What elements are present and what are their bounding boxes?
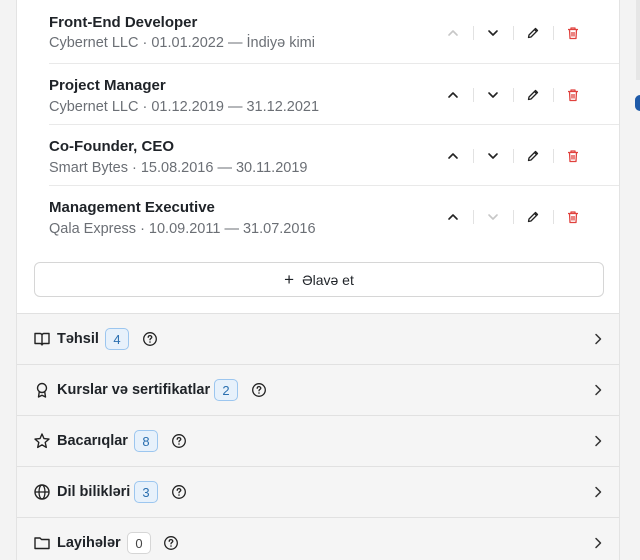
section-header-education[interactable]: Təhsil 4 — [17, 313, 619, 364]
move-down-button[interactable] — [473, 145, 513, 167]
help-icon[interactable] — [171, 484, 187, 500]
section-label: Kurslar və sertifikatlar — [57, 382, 211, 398]
count-badge: 2 — [214, 379, 238, 401]
experience-title: Co-Founder, CEO — [49, 138, 174, 155]
trash-icon — [568, 27, 578, 40]
experience-actions — [433, 22, 593, 44]
section-header-languages[interactable]: Dil bilikləri 3 — [17, 466, 619, 517]
chevron-up-icon — [448, 214, 458, 220]
cv-editor-panel: Front-End Developer Cybernet LLC · 01.01… — [16, 0, 620, 560]
move-up-button[interactable] — [433, 206, 473, 228]
move-up-button[interactable] — [433, 84, 473, 106]
chevron-up-icon — [448, 153, 458, 159]
edit-button[interactable] — [513, 206, 553, 228]
section-label: Bacarıqlar — [57, 433, 128, 449]
move-up-button[interactable] — [433, 145, 473, 167]
pencil-icon — [527, 150, 539, 162]
help-icon[interactable] — [142, 331, 158, 347]
experience-item: Front-End Developer Cybernet LLC · 01.01… — [49, 0, 619, 64]
experience-subtitle: Cybernet LLC · 01.12.2019 — 31.12.2021 — [49, 99, 320, 115]
book-icon — [33, 330, 51, 348]
adjacent-panel-indicator — [635, 95, 640, 111]
experience-item: Project Manager Cybernet LLC · 01.12.201… — [49, 64, 619, 125]
section-label: Layihələr — [57, 535, 121, 551]
count-badge: 4 — [105, 328, 129, 350]
experience-actions — [433, 145, 593, 167]
experience-item: Co-Founder, CEO Smart Bytes · 15.08.2016… — [49, 125, 619, 186]
section-header-courses[interactable]: Kurslar və sertifikatlar 2 — [17, 364, 619, 415]
count-badge: 0 — [127, 532, 151, 554]
experience-list: Front-End Developer Cybernet LLC · 01.01… — [49, 0, 619, 247]
globe-icon — [33, 483, 51, 501]
count-badge: 3 — [134, 481, 158, 503]
pencil-icon — [527, 211, 539, 223]
delete-button[interactable] — [553, 145, 593, 167]
pencil-icon — [527, 27, 539, 39]
chevron-down-icon — [488, 30, 498, 36]
add-experience-button[interactable]: + Əlavə et — [34, 262, 604, 297]
experience-title: Front-End Developer — [49, 14, 198, 31]
experience-actions — [433, 206, 593, 228]
delete-button[interactable] — [553, 206, 593, 228]
section-list: Təhsil 4 Kurslar və sertifikatlar 2 Baca… — [17, 313, 619, 560]
pencil-icon — [527, 89, 539, 101]
folder-icon — [33, 534, 51, 552]
move-down-button[interactable] — [473, 206, 513, 228]
chevron-right-icon — [591, 536, 605, 550]
count-badge: 8 — [134, 430, 158, 452]
adjacent-panel-edge — [636, 0, 640, 80]
help-icon[interactable] — [171, 433, 187, 449]
help-icon[interactable] — [163, 535, 179, 551]
delete-button[interactable] — [553, 84, 593, 106]
delete-button[interactable] — [553, 22, 593, 44]
section-header-projects[interactable]: Layihələr 0 — [17, 517, 619, 560]
section-label: Dil bilikləri — [57, 484, 131, 500]
experience-subtitle: Cybernet LLC · 01.01.2022 — İndiyə kimi — [49, 35, 315, 51]
experience-item: Management Executive Qala Express · 10.0… — [49, 186, 619, 247]
chevron-right-icon — [591, 434, 605, 448]
chevron-down-icon — [488, 92, 498, 98]
plus-icon: + — [284, 270, 295, 289]
edit-button[interactable] — [513, 145, 553, 167]
trash-icon — [568, 150, 578, 163]
move-up-button[interactable] — [433, 22, 473, 44]
experience-subtitle: Qala Express · 10.09.2011 — 31.07.2016 — [49, 221, 316, 237]
edit-button[interactable] — [513, 84, 553, 106]
section-header-skills[interactable]: Bacarıqlar 8 — [17, 415, 619, 466]
chevron-down-icon — [488, 214, 498, 220]
chevron-up-icon — [448, 30, 458, 36]
chevron-up-icon — [448, 92, 458, 98]
experience-title: Management Executive — [49, 199, 215, 216]
trash-icon — [568, 211, 578, 224]
help-icon[interactable] — [251, 382, 267, 398]
section-label: Təhsil — [57, 331, 99, 347]
move-down-button[interactable] — [473, 22, 513, 44]
edit-button[interactable] — [513, 22, 553, 44]
add-button-label: Əlavə et — [302, 271, 354, 288]
experience-subtitle: Smart Bytes · 15.08.2016 — 30.11.2019 — [49, 160, 308, 176]
move-down-button[interactable] — [473, 84, 513, 106]
experience-actions — [433, 84, 593, 106]
chevron-right-icon — [591, 332, 605, 346]
award-icon — [33, 381, 51, 399]
chevron-down-icon — [488, 153, 498, 159]
chevron-right-icon — [591, 485, 605, 499]
experience-title: Project Manager — [49, 77, 166, 94]
star-icon — [33, 432, 51, 450]
trash-icon — [568, 89, 578, 102]
chevron-right-icon — [591, 383, 605, 397]
